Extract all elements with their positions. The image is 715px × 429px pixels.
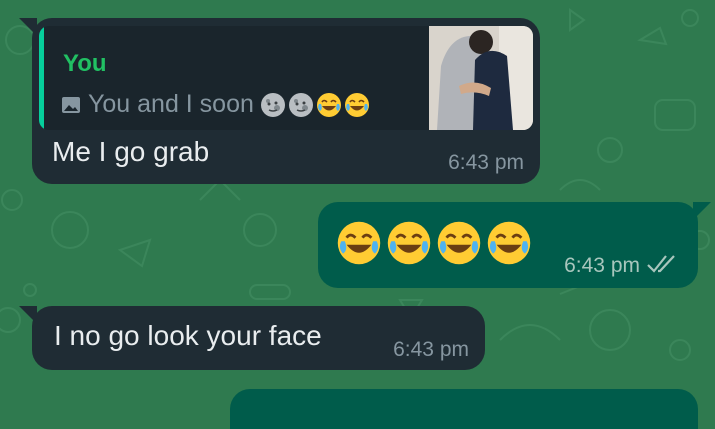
message-text: I no go look your face bbox=[54, 320, 322, 351]
new-moon-face-icon bbox=[260, 92, 285, 117]
reply-preview-text: You and I soon bbox=[88, 90, 254, 118]
message-timestamp: 6:43 pm bbox=[564, 254, 640, 277]
bubble-tail bbox=[693, 202, 711, 220]
message-timestamp: 6:43 pm bbox=[393, 338, 469, 361]
photo-icon bbox=[62, 96, 80, 113]
message-text: Me I go grab bbox=[52, 136, 210, 167]
tears-of-joy-icon bbox=[337, 221, 381, 265]
reply-photo-thumbnail[interactable] bbox=[429, 26, 533, 130]
reply-quote[interactable]: You You and I soon bbox=[39, 26, 533, 130]
new-moon-face-icon bbox=[288, 92, 313, 117]
reply-emojis bbox=[260, 92, 372, 118]
tears-of-joy-icon bbox=[437, 221, 481, 265]
tears-of-joy-icon bbox=[487, 221, 531, 265]
emoji-message bbox=[336, 220, 536, 266]
tears-of-joy-icon bbox=[344, 92, 369, 117]
reply-author: You bbox=[63, 50, 107, 77]
message-bubble-incoming[interactable]: You You and I soon Me I go grab 6:43 pm bbox=[19, 18, 540, 184]
message-timestamp: 6:43 pm bbox=[448, 151, 524, 174]
message-bubble-outgoing[interactable]: 6:43 pm bbox=[318, 202, 711, 288]
message-bubble-incoming[interactable]: I no go look your face 6:43 pm bbox=[19, 306, 485, 370]
tears-of-joy-icon bbox=[316, 92, 341, 117]
reply-accent-bar bbox=[39, 26, 44, 130]
reply-preview: You and I soon bbox=[61, 90, 372, 119]
tears-of-joy-icon bbox=[387, 221, 431, 265]
double-check-icon bbox=[647, 255, 675, 273]
bubble-tail bbox=[19, 18, 37, 36]
bubble-tail bbox=[19, 306, 37, 324]
message-bubble-outgoing-partial[interactable] bbox=[230, 389, 698, 429]
